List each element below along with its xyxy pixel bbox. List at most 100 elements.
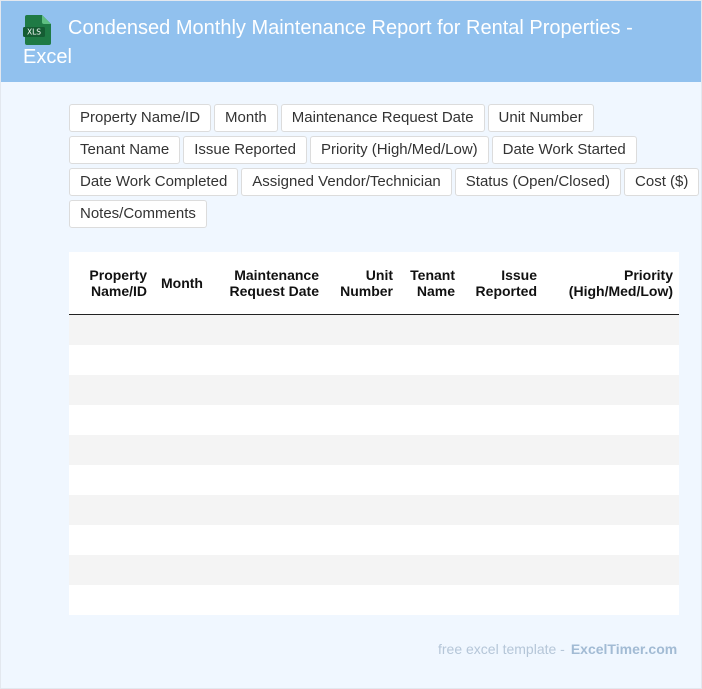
table-cell[interactable] — [153, 374, 211, 405]
table-cell[interactable] — [399, 374, 461, 405]
table-cell[interactable] — [543, 374, 679, 405]
table-cell[interactable] — [543, 314, 679, 345]
table-cell[interactable] — [543, 584, 679, 615]
column-header-line: Request Date — [229, 282, 319, 299]
table-cell[interactable] — [153, 524, 211, 555]
field-chip: Notes/Comments — [69, 200, 207, 228]
column-header: Priority (High/Med/Low) — [543, 252, 679, 315]
table-cell[interactable] — [543, 404, 679, 435]
table-cell[interactable] — [325, 524, 399, 555]
table-cell[interactable] — [325, 374, 399, 405]
table-cell[interactable] — [461, 344, 543, 375]
table-cell[interactable] — [69, 464, 153, 495]
column-header-line: (High/Med/Low) — [568, 282, 673, 299]
footer-brand-link[interactable]: ExcelTimer.com — [571, 641, 677, 657]
table-cell[interactable] — [543, 434, 679, 465]
table-cell[interactable] — [153, 584, 211, 615]
table-cell[interactable] — [69, 584, 153, 615]
table-cell[interactable] — [461, 524, 543, 555]
table-cell[interactable] — [69, 374, 153, 405]
table-cell[interactable] — [69, 314, 153, 345]
table-cell[interactable] — [325, 494, 399, 525]
table-cell[interactable] — [543, 344, 679, 375]
table-cell[interactable] — [325, 584, 399, 615]
table-cell[interactable] — [153, 314, 211, 345]
column-header: Maintenance Request Date — [211, 252, 325, 315]
column-header-line: Priority — [623, 266, 673, 283]
column-header-line: Reported — [475, 282, 537, 299]
table-cell[interactable] — [461, 464, 543, 495]
table-cell[interactable] — [69, 554, 153, 585]
table-cell[interactable] — [543, 524, 679, 555]
table-cell[interactable] — [153, 404, 211, 435]
table-cell[interactable] — [461, 374, 543, 405]
page-title: Condensed Monthly Maintenance Report for… — [23, 17, 633, 68]
table-cell[interactable] — [211, 374, 325, 405]
table-cell[interactable] — [153, 464, 211, 495]
table-cell[interactable] — [153, 494, 211, 525]
table-cell[interactable] — [211, 344, 325, 375]
table-cell[interactable] — [69, 434, 153, 465]
table-cell[interactable] — [211, 404, 325, 435]
table-cell[interactable] — [399, 314, 461, 345]
table-cell[interactable] — [461, 314, 543, 345]
column-header-line: Tenant — [410, 266, 455, 283]
table-cell[interactable] — [211, 434, 325, 465]
table-cell[interactable] — [153, 344, 211, 375]
table-cell[interactable] — [461, 554, 543, 585]
table-cell[interactable] — [461, 584, 543, 615]
table-cell[interactable] — [211, 554, 325, 585]
column-header-line: Name — [416, 282, 455, 299]
column-header: Unit Number — [325, 252, 399, 315]
table-cell[interactable] — [461, 404, 543, 435]
table-cell[interactable] — [325, 344, 399, 375]
field-chip-list: Property Name/ID Month Maintenance Request… — [69, 104, 701, 228]
table-cell[interactable] — [69, 494, 153, 525]
table-cell[interactable] — [211, 464, 325, 495]
field-chip: Issue Reported — [183, 136, 307, 164]
table-cell[interactable] — [399, 554, 461, 585]
table-cell[interactable] — [399, 404, 461, 435]
table-cell[interactable] — [399, 494, 461, 525]
column-header: Issue Reported — [461, 252, 543, 315]
column-header-line: Month — [161, 274, 203, 291]
field-chip: Unit Number — [487, 104, 594, 132]
table-cell[interactable] — [461, 434, 543, 465]
table-cell[interactable] — [325, 404, 399, 435]
table-cell[interactable] — [69, 344, 153, 375]
table-cell[interactable] — [461, 494, 543, 525]
field-chip: Date Work Completed — [69, 168, 239, 196]
table-cell[interactable] — [69, 524, 153, 555]
table-cell[interactable] — [543, 464, 679, 495]
table-row — [69, 404, 679, 435]
table-cell[interactable] — [153, 554, 211, 585]
table-cell[interactable] — [399, 434, 461, 465]
table-cell[interactable] — [325, 464, 399, 495]
table-cell[interactable] — [543, 554, 679, 585]
table-cell[interactable] — [153, 434, 211, 465]
footer-credit: free excel template - ExcelTimer.com — [438, 641, 677, 657]
table-header-row: Property Name/ID Month Maintenance Request D… — [69, 252, 679, 315]
table-row — [69, 464, 679, 495]
table-cell[interactable] — [543, 494, 679, 525]
table-cell[interactable] — [399, 344, 461, 375]
footer-text: free excel template - — [438, 641, 565, 657]
column-header: Tenant Name — [399, 252, 461, 315]
table-row — [69, 554, 679, 585]
table-cell[interactable] — [325, 314, 399, 345]
table-cell[interactable] — [325, 554, 399, 585]
table-cell[interactable] — [211, 584, 325, 615]
table-cell[interactable] — [211, 494, 325, 525]
table-cell[interactable] — [211, 314, 325, 345]
table-cell[interactable] — [399, 524, 461, 555]
table-cell[interactable] — [69, 404, 153, 435]
table-cell[interactable] — [325, 434, 399, 465]
table-row — [69, 584, 679, 615]
table-cell[interactable] — [211, 524, 325, 555]
field-chip: Cost ($) — [624, 168, 700, 196]
column-header: Month — [153, 252, 211, 315]
table-cell[interactable] — [399, 464, 461, 495]
column-header: Property Name/ID — [69, 252, 153, 315]
table-cell[interactable] — [399, 584, 461, 615]
table-row — [69, 494, 679, 525]
